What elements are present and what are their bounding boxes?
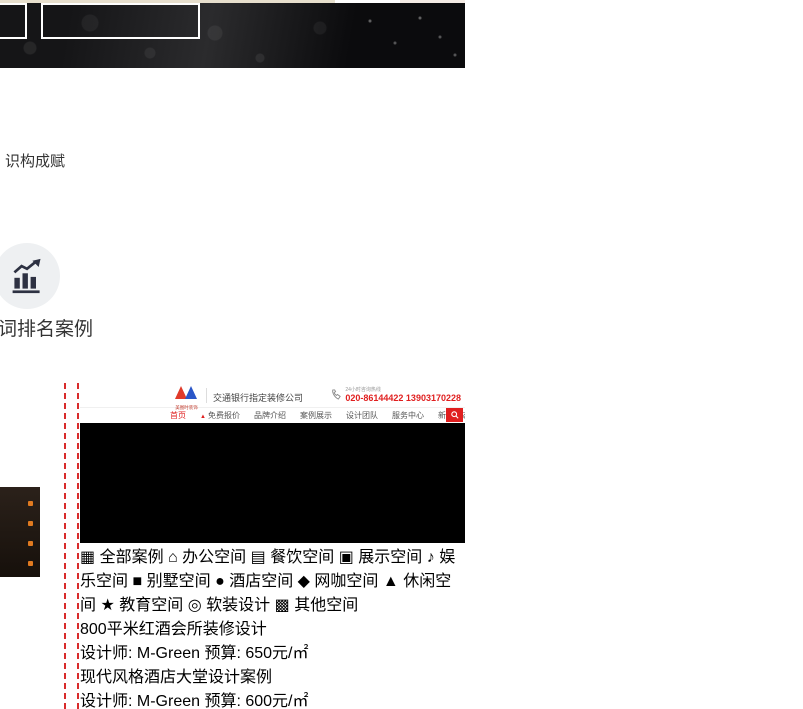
category-tab-label: 其他空间 — [294, 597, 358, 614]
site-nav-item: 案例展示 — [300, 410, 332, 421]
section-title-fragment: 词排名案例 — [0, 314, 93, 341]
case-card: 现代风格酒店大堂设计案例 设计师: M-Green 预算: 600元/㎡ — [80, 663, 465, 709]
left-image-fragment — [0, 487, 40, 577]
category-tab: ▦ 全部案例 — [80, 549, 168, 566]
category-tab-icon: ♪ — [427, 549, 435, 566]
case-card: 800平米红酒会所装修设计 设计师: M-Green 预算: 650元/㎡ — [80, 615, 465, 663]
category-tab-label: 全部案例 — [100, 549, 164, 566]
category-tab: ▣ 展示空间 — [339, 549, 427, 566]
case-meta: 设计师: M-Green 预算: 650元/㎡ — [80, 639, 465, 663]
site-hero-banner: 从事建筑装饰 ENGAGED IN THE ARCHITECTURE DECOR… — [80, 423, 465, 543]
category-tab: ⌂ 办公空间 — [168, 549, 251, 566]
site-nav-item: 设计团队 — [346, 410, 378, 421]
category-tab-icon: ■ — [132, 573, 142, 590]
case-meta: 设计师: M-Green 预算: 600元/㎡ — [80, 687, 465, 709]
site-phone-note: 24小时咨询热线 — [345, 386, 461, 393]
background-webpage: 识构成赋 词排名案例 — [0, 0, 465, 709]
hero-banner-image — [0, 3, 465, 68]
banner-outline-box — [0, 3, 27, 39]
category-tab-label: 酒店空间 — [229, 573, 293, 590]
category-tab: ★ 教育空间 — [100, 597, 187, 614]
chart-feature-badge — [0, 243, 60, 309]
category-tab-icon: ▩ — [275, 597, 290, 614]
category-tab-label: 网咖空间 — [314, 573, 378, 590]
category-tab-icon: ⌂ — [168, 549, 178, 566]
case-caption: 现代风格酒店大堂设计案例 — [80, 663, 465, 687]
category-tab-icon: ▣ — [339, 549, 354, 566]
category-tab: ■ 别墅空间 — [132, 573, 215, 590]
category-tab: ● 酒店空间 — [215, 573, 298, 590]
site-company-name: 交通银行指定装修公司 — [213, 391, 303, 404]
category-tab-icon: ◆ — [298, 573, 310, 590]
case-gallery-row1: 800平米红酒会所装修设计 设计师: M-Green 预算: 650元/㎡ 现代… — [80, 615, 465, 709]
site-nav-item: 服务中心 — [392, 410, 424, 421]
category-tab-icon: ◎ — [188, 597, 202, 614]
annotation-dashed-line — [77, 383, 79, 709]
site-header: 美图时装饰 交通银行指定装修公司 24小时咨询热线 020-86144422 1… — [80, 383, 465, 408]
category-tab-label: 餐饮空间 — [270, 549, 334, 566]
site-nav-item: 免费报价 — [200, 410, 240, 421]
divider — [206, 388, 207, 403]
interior-photo — [80, 423, 275, 543]
site-nav: 首页免费报价品牌介绍案例展示设计团队服务中心新闻动态 — [80, 408, 465, 423]
category-tab: ◆ 网咖空间 — [298, 573, 383, 590]
site-nav-item: 品牌介绍 — [254, 410, 286, 421]
category-tab-icon: ★ — [100, 597, 114, 614]
category-tab-icon: ● — [215, 573, 225, 590]
category-tab-icon: ▤ — [251, 549, 266, 566]
phone-icon — [331, 389, 342, 400]
page-text-fragment: 识构成赋 — [5, 150, 65, 171]
annotation-dashed-line — [64, 383, 66, 709]
category-tab: ▩ 其他空间 — [275, 597, 359, 614]
category-tab-label: 软装设计 — [206, 597, 270, 614]
category-tab-icon: ▲ — [383, 573, 399, 590]
site-nav-item: 首页 — [170, 410, 186, 421]
screen: 识构成赋 词排名案例 — [0, 0, 803, 709]
site-phone-number: 020-86144422 13903170228 — [345, 393, 461, 403]
category-tab-label: 办公空间 — [182, 549, 246, 566]
bar-chart-icon — [9, 258, 45, 294]
magnifier-icon — [451, 411, 459, 419]
category-tab: ◎ 软装设计 — [188, 597, 275, 614]
banner-outline-box — [41, 3, 200, 39]
embedded-site-screenshot: 美图时装饰 交通银行指定装修公司 24小时咨询热线 020-86144422 1… — [80, 383, 465, 709]
category-tab-label: 别墅空间 — [147, 573, 211, 590]
category-tab-label: 教育空间 — [119, 597, 183, 614]
case-caption: 800平米红酒会所装修设计 — [80, 615, 465, 639]
category-tab-icon: ▦ — [80, 549, 95, 566]
m-logo-icon — [175, 386, 199, 399]
category-tabs: ▦ 全部案例 ⌂ 办公空间 ▤ 餐饮空间 ▣ 展示空间 ♪ 娱乐空间 ■ 别墅空… — [80, 543, 465, 615]
site-phone-block: 24小时咨询热线 020-86144422 13903170228 — [331, 386, 461, 403]
category-tab: ▤ 餐饮空间 — [251, 549, 339, 566]
site-search-button — [446, 408, 463, 422]
category-tab-label: 展示空间 — [358, 549, 422, 566]
